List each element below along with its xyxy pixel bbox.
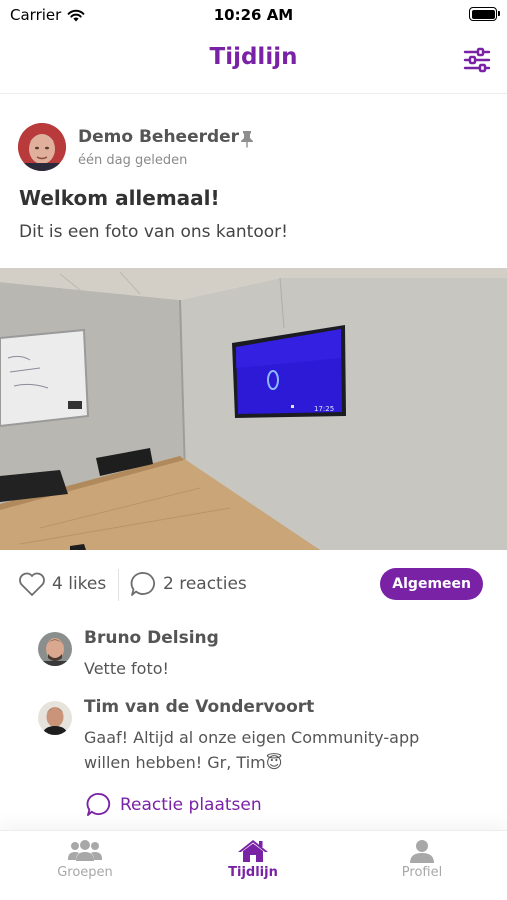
sliders-icon[interactable] [463, 46, 491, 74]
likes-count: 4 likes [52, 574, 107, 594]
pin-icon [241, 131, 253, 148]
app-header: Tijdlijn [0, 30, 507, 94]
tv-clock-text: 17:25 [314, 405, 334, 413]
post-timestamp: één dag geleden [78, 153, 188, 168]
post-reply-link[interactable]: Reactie plaatsen [86, 792, 262, 817]
like-button[interactable]: 4 likes [18, 571, 106, 597]
comment-author[interactable]: Bruno Delsing [84, 628, 219, 648]
comment-author[interactable]: Tim van de Vondervoort [84, 697, 314, 717]
category-badge[interactable]: Algemeen [380, 568, 483, 600]
comment-text: Gaaf! Altijd al onze eigen Community-app… [84, 728, 420, 772]
commenter-avatar[interactable] [38, 701, 72, 735]
user-icon [410, 840, 434, 863]
comments-button[interactable]: 2 reacties [130, 571, 247, 597]
comment-item: Tim van de Vondervoort Gaaf! Altijd al o… [38, 697, 489, 782]
tab-label: Profiel [401, 865, 443, 880]
tab-profiel[interactable]: Profiel [362, 839, 482, 880]
page-title: Tijdlijn [209, 44, 298, 70]
commenter-avatar[interactable] [38, 632, 72, 666]
author-avatar[interactable] [18, 123, 66, 171]
comment-bubble-icon [86, 793, 111, 816]
status-bar: Carrier 10:26 AM [0, 0, 507, 30]
tab-groepen[interactable]: Groepen [25, 839, 145, 880]
post-body: Dit is een foto van ons kantoor! [19, 222, 288, 242]
post-image[interactable]: 17:25 [0, 268, 507, 550]
comments-count: 2 reacties [163, 574, 247, 594]
comment-bubble-icon [130, 572, 155, 596]
tab-label: Tijdlijn [228, 865, 278, 880]
post-header: Demo Beheerder één dag geleden [18, 123, 489, 173]
comment-text: Vette foto! [84, 659, 169, 678]
reply-label: Reactie plaatsen [120, 794, 262, 815]
tab-bar: Groepen Tijdlijn Profiel [0, 830, 507, 900]
home-icon [238, 840, 268, 862]
post-title: Welkom allemaal! [19, 186, 220, 210]
users-icon [68, 840, 102, 861]
clock: 10:26 AM [213, 6, 294, 24]
heart-icon [19, 572, 45, 596]
comment-item: Bruno Delsing Vette foto! [38, 628, 489, 688]
actions-divider [118, 569, 119, 601]
battery-icon [469, 7, 500, 21]
tab-tijdlijn[interactable]: Tijdlijn [193, 839, 313, 880]
tab-label: Groepen [57, 865, 113, 880]
post-author[interactable]: Demo Beheerder [78, 127, 239, 147]
post-actions: 4 likes 2 reacties Algemeen [18, 565, 483, 605]
